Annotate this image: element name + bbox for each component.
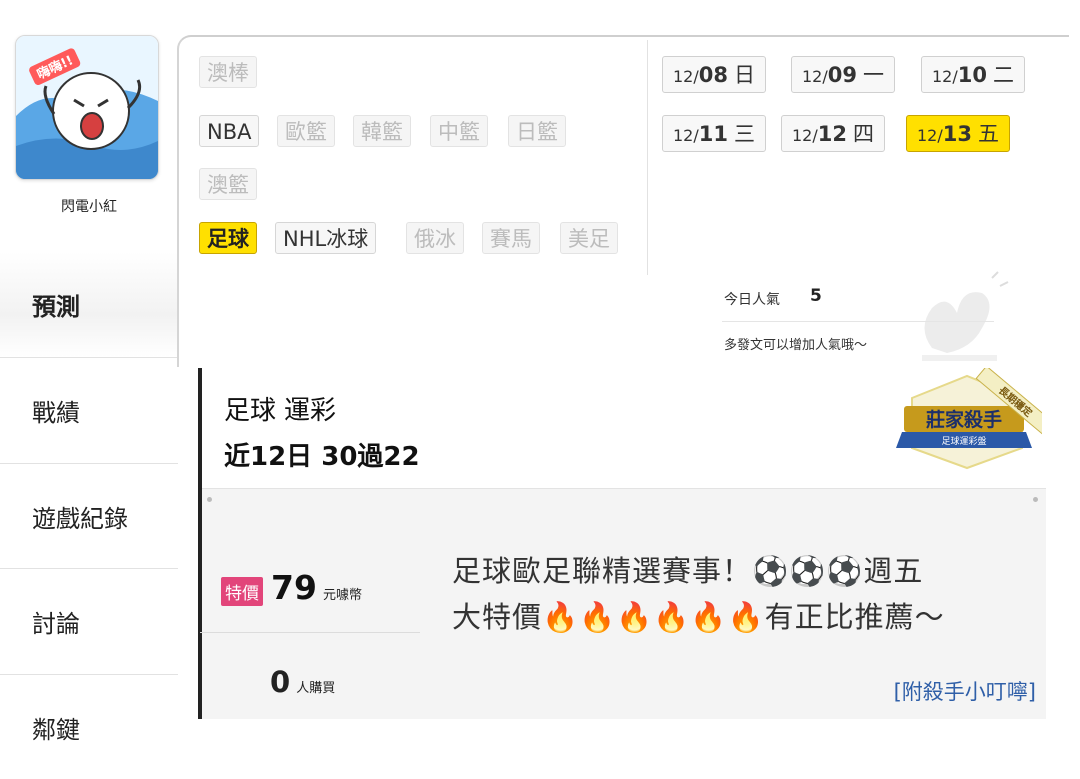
- date-day: 13: [942, 122, 972, 146]
- special-price-badge: 特價: [221, 577, 263, 606]
- decorative-fairy-icon: [922, 271, 1009, 361]
- date-weekday: 五: [977, 122, 999, 146]
- category-football[interactable]: 足球: [199, 222, 257, 254]
- date-1213[interactable]: 12/13 五: [906, 115, 1010, 152]
- popularity-label: 今日人氣: [724, 292, 780, 308]
- banker-killer-badge-icon: 莊家殺手 足球運彩盤 長期穩定: [896, 368, 1042, 470]
- card-lottery-name: 運彩: [284, 396, 337, 426]
- date-1212[interactable]: 12/12 四: [781, 115, 885, 152]
- card-sport-name: 足球: [224, 396, 277, 426]
- badge-subtitle: 足球運彩盤: [941, 435, 986, 447]
- category-euro-basketball[interactable]: 歐籃: [277, 115, 335, 147]
- date-weekday: 二: [992, 63, 1014, 87]
- category-russia-hockey[interactable]: 俄冰: [406, 222, 464, 254]
- category-american-football[interactable]: 美足: [560, 222, 618, 254]
- panel-divider: [647, 40, 648, 275]
- nav-item-discussion[interactable]: 討論: [0, 568, 178, 673]
- date-weekday: 三: [733, 122, 755, 146]
- date-1210[interactable]: 12/10 二: [921, 56, 1025, 93]
- price-unit: 元噱幣: [322, 588, 362, 603]
- date-month: 12/: [792, 126, 818, 145]
- date-month: 12/: [673, 67, 699, 86]
- date-month: 12/: [802, 67, 828, 86]
- card-header: 足球 運彩 近12日 30過22 莊家殺手 足球運彩盤 長期穩定: [202, 368, 1046, 489]
- sidebar: 嗨嗨!! 閃電小紅 預測 戰績 遊戲紀錄 討論 鄰鍵: [0, 0, 178, 779]
- card-description-line: 足球歐足聯精選賽事！⚽⚽⚽週五: [452, 554, 924, 588]
- popularity-value: 5: [810, 286, 822, 306]
- date-day: 10: [957, 63, 987, 87]
- price-divider: [200, 632, 420, 633]
- nav-item-more[interactable]: 鄰鍵: [0, 674, 178, 779]
- date-weekday: 四: [852, 122, 874, 146]
- killer-tips-link[interactable]: [附殺手小叮嚀]: [894, 676, 1036, 706]
- badge-title: 莊家殺手: [926, 408, 1002, 431]
- card-record: 近12日 30過22: [224, 442, 420, 472]
- category-aus-basketball[interactable]: 澳籃: [199, 168, 257, 200]
- date-weekday: 日: [733, 63, 755, 87]
- avatar[interactable]: 嗨嗨!!: [15, 35, 159, 180]
- category-china-basketball[interactable]: 中籃: [430, 115, 488, 147]
- nav-item-predict[interactable]: 預測: [0, 252, 178, 357]
- date-day: 11: [698, 122, 728, 146]
- date-1211[interactable]: 12/11 三: [662, 115, 766, 152]
- date-1208[interactable]: 12/08 日: [662, 56, 766, 93]
- popularity-divider: [722, 321, 994, 322]
- nav-item-game-history[interactable]: 遊戲紀錄: [0, 463, 178, 568]
- date-weekday: 一: [862, 63, 884, 87]
- buyers-count: 0: [270, 665, 291, 699]
- category-japan-basketball[interactable]: 日籃: [508, 115, 566, 147]
- category-horse-racing[interactable]: 賽馬: [482, 222, 540, 254]
- date-month: 12/: [917, 126, 943, 145]
- date-day: 12: [817, 122, 847, 146]
- card-pin-right: [1033, 497, 1038, 502]
- category-nba[interactable]: NBA: [199, 115, 260, 147]
- buyers-row: 0 人購買: [270, 665, 335, 699]
- category-nhl[interactable]: NHL冰球: [275, 222, 377, 254]
- card-description-line: 大特價🔥🔥🔥🔥🔥🔥有正比推薦～: [452, 600, 945, 634]
- card-description[interactable]: 足球歐足聯精選賽事！⚽⚽⚽週五 大特價🔥🔥🔥🔥🔥🔥有正比推薦～: [452, 548, 1012, 640]
- card-sport: 足球 運彩: [224, 390, 344, 427]
- username[interactable]: 閃電小紅: [0, 196, 178, 216]
- category-korea-basketball[interactable]: 韓籃: [353, 115, 411, 147]
- date-month: 12/: [932, 67, 958, 86]
- date-day: 08: [698, 63, 728, 87]
- date-month: 12/: [673, 126, 699, 145]
- price-row: 特價 79 元噱幣: [221, 568, 362, 607]
- price-value: 79: [271, 568, 317, 607]
- popularity-hint: 多發文可以增加人氣哦～: [724, 338, 868, 353]
- category-aus-baseball[interactable]: 澳棒: [199, 56, 257, 88]
- buyers-unit: 人購買: [296, 681, 336, 696]
- date-1209[interactable]: 12/09 一: [791, 56, 895, 93]
- avatar-illustration: 嗨嗨!!: [16, 36, 158, 179]
- date-day: 09: [827, 63, 857, 87]
- nav-item-record[interactable]: 戰績: [0, 357, 178, 462]
